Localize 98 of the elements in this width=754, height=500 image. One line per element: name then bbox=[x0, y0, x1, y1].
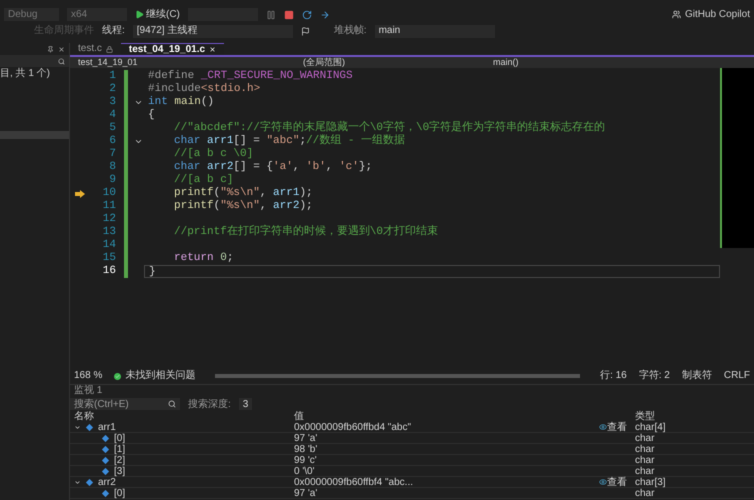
pause-icon[interactable] bbox=[266, 10, 276, 20]
line-number: 11 bbox=[102, 200, 117, 213]
thread-dropdown[interactable]: [9472] 主线程 bbox=[132, 24, 293, 38]
code-line: printf("%s\n", arr1); bbox=[173, 187, 314, 200]
variable-type: char bbox=[634, 466, 654, 476]
code-line: int main() bbox=[147, 96, 216, 109]
code-line: { bbox=[147, 109, 156, 122]
line-number: 7 bbox=[108, 148, 117, 161]
line-number: 9 bbox=[108, 174, 117, 187]
line-number: 6 bbox=[108, 135, 117, 148]
panel-title: 监视 1 bbox=[73, 385, 104, 397]
fold-icon[interactable] bbox=[134, 137, 142, 146]
search-icon bbox=[168, 400, 176, 408]
code-line: char arr2[] = {'a', 'b', 'c'}; bbox=[173, 161, 374, 174]
line-number: 12 bbox=[102, 213, 117, 226]
stop-icon[interactable] bbox=[284, 10, 294, 20]
search-field[interactable]: 搜索(Ctrl+E) bbox=[70, 398, 180, 410]
expand-toggle[interactable] bbox=[74, 478, 81, 486]
column-header[interactable]: 名称 bbox=[70, 411, 294, 422]
depth-label: 搜索深度: bbox=[188, 398, 231, 412]
step-icon[interactable] bbox=[320, 10, 330, 20]
member-dropdown[interactable]: main() bbox=[485, 57, 754, 68]
close-icon bbox=[209, 46, 216, 53]
copilot-button[interactable]: GitHub Copilot bbox=[672, 10, 750, 20]
code-line: //[a b c] bbox=[173, 174, 234, 187]
flag-icon[interactable] bbox=[300, 26, 310, 36]
file-tab[interactable]: test.c bbox=[70, 43, 121, 55]
variable-value: 97 'a' bbox=[294, 488, 318, 498]
close-icon bbox=[58, 46, 65, 52]
variable-type: char[4] bbox=[634, 422, 666, 432]
stack-frame-dropdown[interactable]: main bbox=[374, 24, 495, 38]
code-line: return 0; bbox=[173, 252, 234, 265]
line-number: 1 bbox=[108, 70, 117, 83]
check-icon bbox=[114, 372, 122, 380]
line-indicator: 行: 16 bbox=[600, 371, 627, 381]
search-icon bbox=[58, 58, 65, 64]
variable-value: 0 '\0' bbox=[294, 466, 316, 476]
column-header[interactable]: 类型 bbox=[631, 411, 655, 422]
line-number: 10 bbox=[102, 187, 117, 200]
variable-type: char bbox=[634, 432, 654, 444]
thread-label: 线程: bbox=[102, 26, 125, 36]
file-tab[interactable]: test_04_19_01.c bbox=[120, 43, 224, 55]
code-line: //"abcdef"://字符串的末尾隐藏一个\0字符，\0字符是作为字符串的结束标志存在的 bbox=[173, 122, 606, 134]
variable-type: char bbox=[634, 488, 654, 498]
line-number: 15 bbox=[102, 252, 117, 265]
view-button[interactable]: 查看 bbox=[599, 422, 627, 432]
line-number: 13 bbox=[102, 226, 117, 239]
issues-status[interactable]: 未找到相关问题 bbox=[114, 371, 196, 381]
view-button[interactable]: 查看 bbox=[599, 476, 627, 488]
code-line: //printf在打印字符串的时候，要遇到\0才打印结束 bbox=[173, 226, 440, 239]
variable-type: char bbox=[634, 444, 654, 454]
variable-value: 0x0000009fb60ffbf4 "abc... bbox=[294, 476, 414, 488]
column-header[interactable]: 值 bbox=[294, 411, 631, 422]
variable-name: arr1 bbox=[98, 422, 116, 432]
line-number: 3 bbox=[108, 96, 117, 109]
variable-value: 99 'c' bbox=[294, 454, 318, 466]
line-number: 8 bbox=[108, 161, 117, 174]
eye-icon bbox=[599, 423, 607, 431]
eol-indicator[interactable]: CRLF bbox=[724, 371, 750, 381]
char-indicator: 字符: 2 bbox=[638, 371, 670, 381]
variable-name: [3] bbox=[114, 466, 126, 476]
indent-indicator[interactable]: 制表符 bbox=[682, 371, 712, 381]
variable-value: 0x0000009fb60ffbd4 "abc" bbox=[294, 422, 412, 432]
depth-dropdown[interactable]: 3 bbox=[238, 398, 252, 410]
code-line: #include<stdio.h> bbox=[147, 83, 262, 96]
search-field[interactable] bbox=[0, 55, 69, 67]
line-number: 2 bbox=[108, 83, 117, 96]
project-dropdown[interactable]: test_14_19_01 bbox=[70, 57, 295, 68]
line-number: 16 bbox=[102, 265, 117, 278]
variable-name: [1] bbox=[114, 444, 126, 454]
line-number: 14 bbox=[102, 239, 117, 252]
line-number: 5 bbox=[108, 122, 117, 135]
variable-name: [0] bbox=[114, 488, 126, 498]
code-line: char arr1[] = "abc";//数组 - 一组数据 bbox=[173, 135, 406, 148]
stack-frame-label: 堆栈帧: bbox=[334, 26, 367, 36]
search-summary: 目, 共 1 个) bbox=[0, 67, 52, 81]
fold-icon[interactable] bbox=[134, 98, 142, 107]
play-icon bbox=[135, 10, 144, 19]
variable-type: char[3] bbox=[634, 476, 666, 488]
zoom-level[interactable]: 168 % bbox=[74, 371, 102, 381]
expand-toggle[interactable] bbox=[74, 424, 81, 430]
pin-icon bbox=[47, 46, 54, 52]
eye-icon bbox=[599, 478, 607, 486]
variable-name: [2] bbox=[114, 454, 126, 466]
horizontal-scrollbar[interactable] bbox=[215, 374, 580, 378]
execution-arrow-icon bbox=[75, 190, 85, 198]
variable-name: [0] bbox=[114, 432, 126, 444]
variable-value: 98 'b' bbox=[294, 444, 318, 454]
scope-dropdown[interactable]: (全局范围) bbox=[295, 57, 485, 68]
restart-icon[interactable] bbox=[302, 10, 312, 20]
variable-type: char bbox=[634, 454, 654, 466]
code-line: printf("%s\n", arr2); bbox=[173, 200, 314, 213]
continue-button[interactable]: 继续(C) bbox=[135, 10, 180, 20]
variable-name: arr2 bbox=[98, 476, 116, 488]
code-line: //[a b c \0] bbox=[173, 148, 254, 161]
variable-value: 97 'a' bbox=[294, 432, 318, 444]
code-line: #define _CRT_SECURE_NO_WARNINGS bbox=[147, 70, 354, 83]
line-number: 4 bbox=[108, 109, 117, 122]
